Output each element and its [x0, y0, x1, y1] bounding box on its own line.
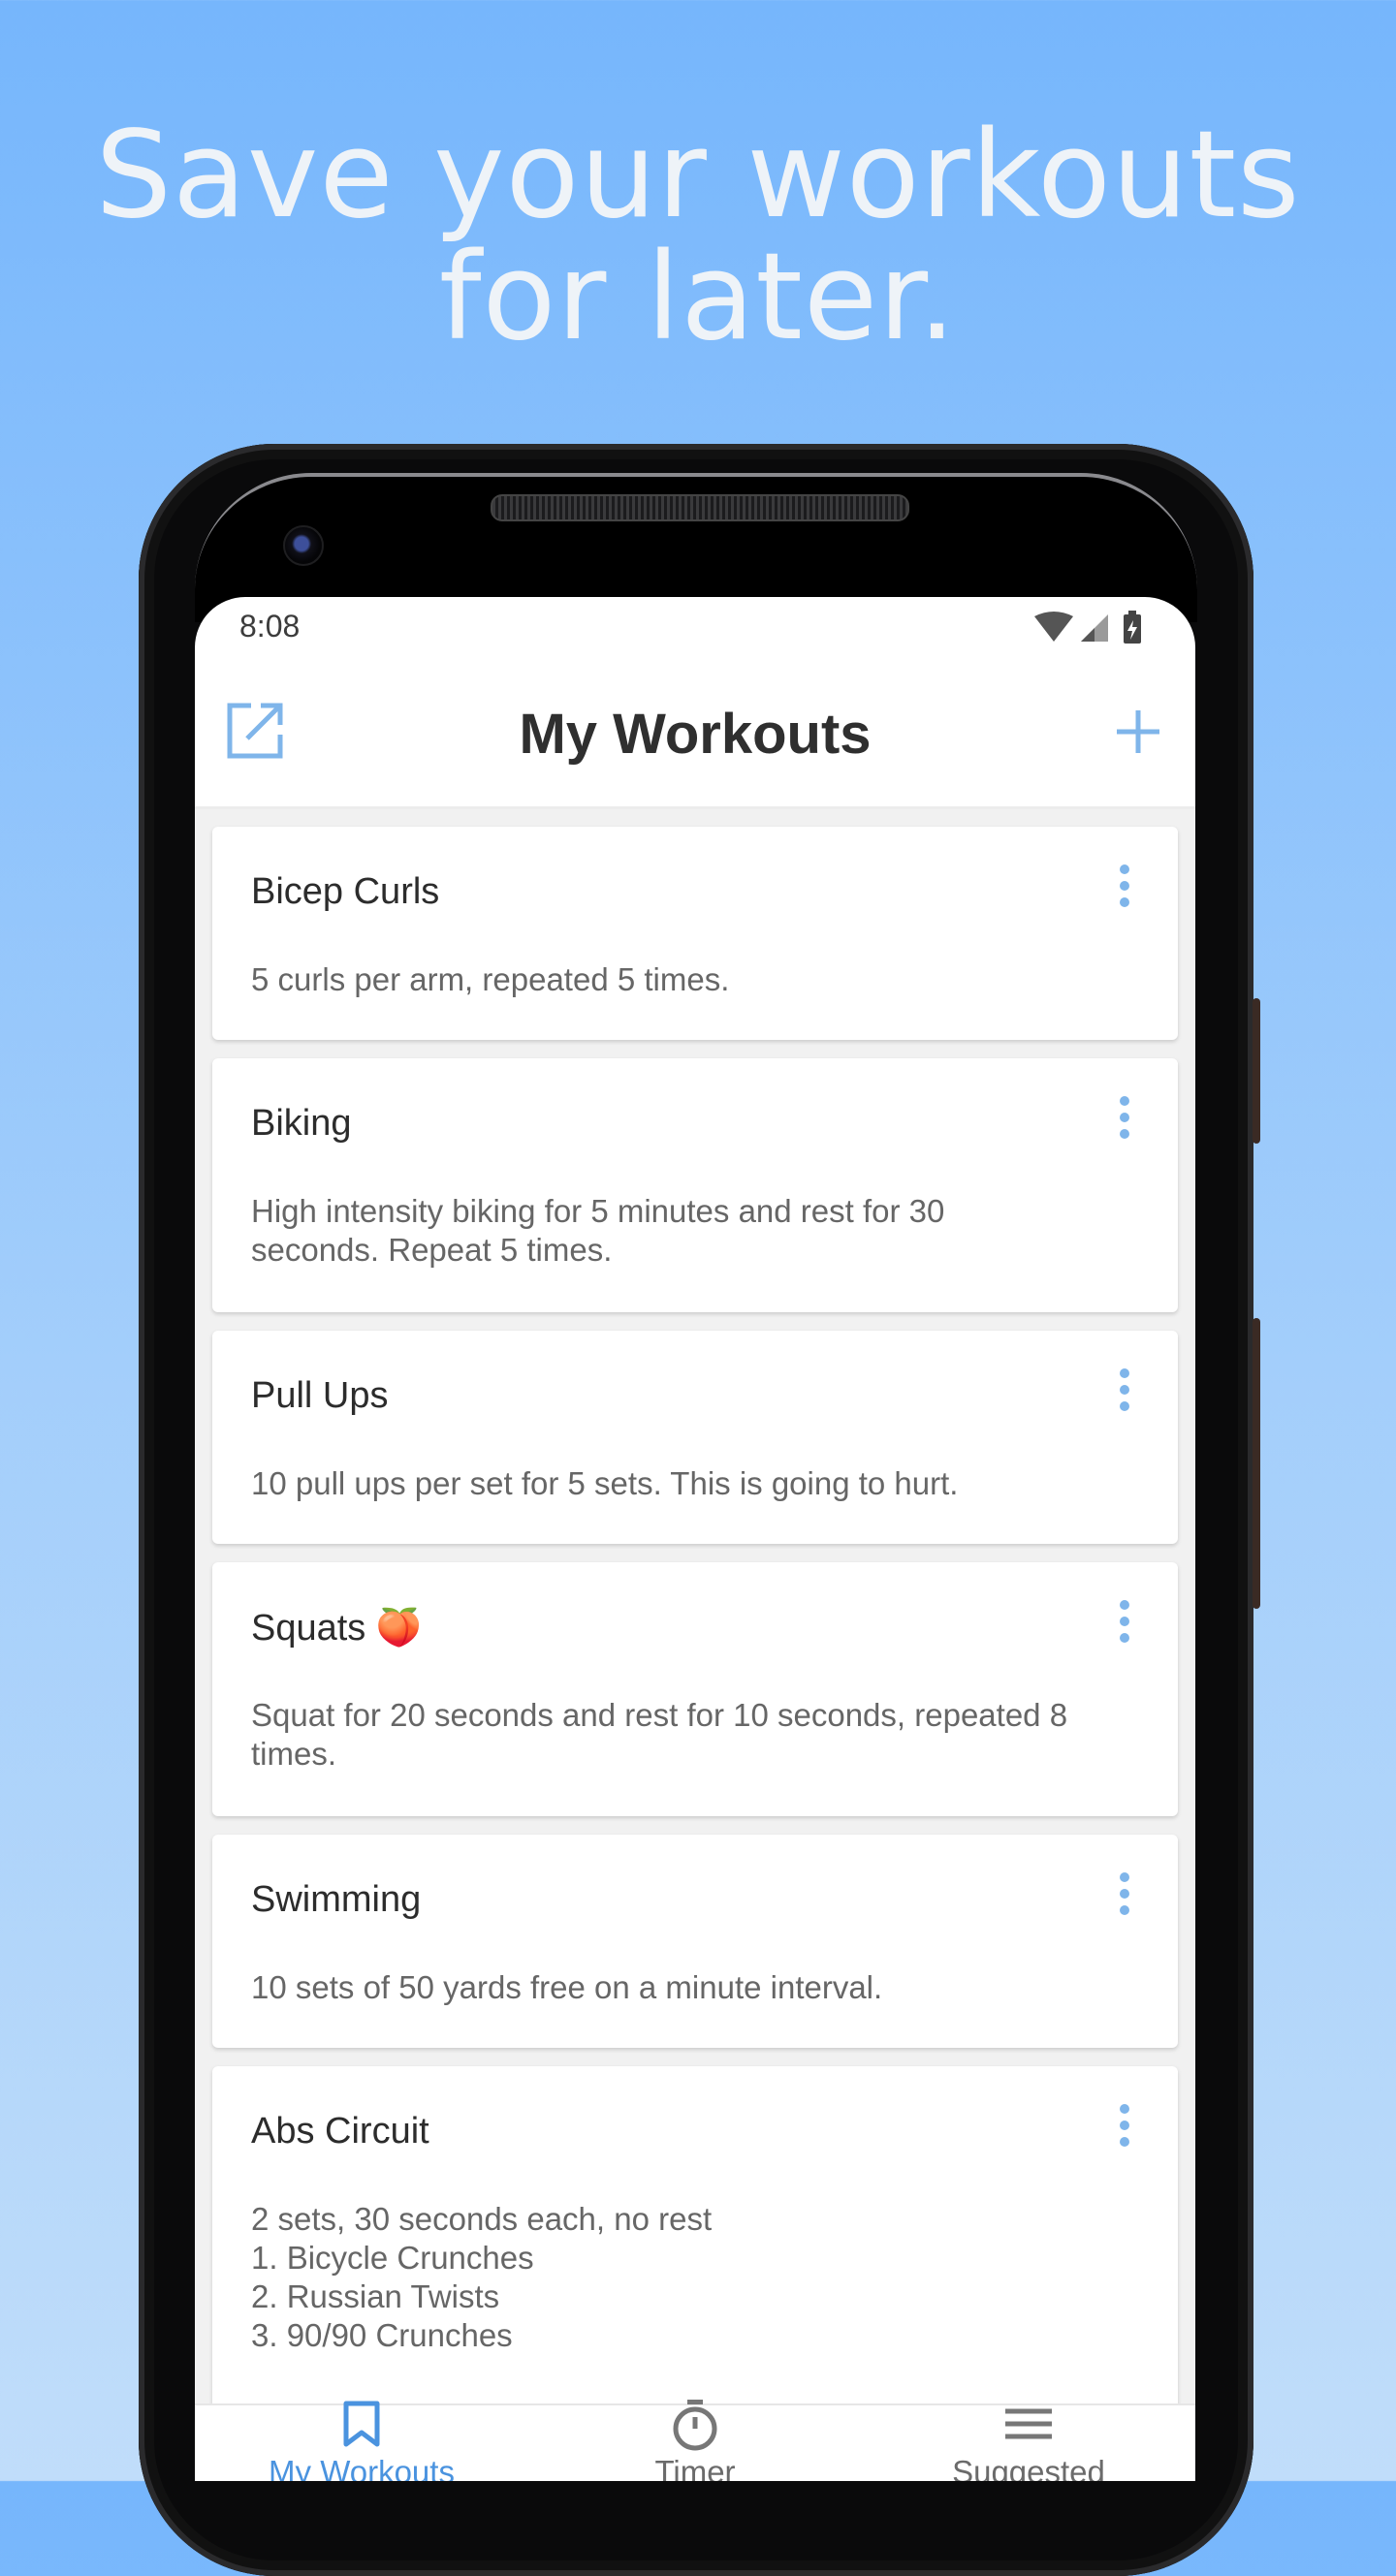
workout-description: 10 sets of 50 yards free on a minute int…: [251, 1969, 883, 2005]
workout-description: 5 curls per arm, repeated 5 times.: [251, 961, 730, 997]
phone-side-button-lower: [1253, 1318, 1260, 1609]
nav-label: Suggested: [952, 2454, 1105, 2481]
workout-title: Swimming: [251, 1879, 422, 1920]
workout-card-swimming[interactable]: Swimming 10 sets of 50 yards free on a m…: [212, 1835, 1178, 2048]
nav-item-timer[interactable]: Timer: [528, 2400, 862, 2481]
workout-description: 10 pull ups per set for 5 sets. This is …: [251, 1465, 959, 1501]
phone-camera: [283, 525, 324, 566]
workout-card-bicep-curls[interactable]: Bicep Curls 5 curls per arm, repeated 5 …: [212, 827, 1178, 1040]
more-options-button[interactable]: [1110, 860, 1139, 914]
workout-description: 2 sets, 30 seconds each, no rest 1. Bicy…: [251, 2201, 713, 2353]
nav-label: Timer: [654, 2454, 736, 2481]
workout-card-squats[interactable]: Squats 🍑 Squat for 20 seconds and rest f…: [212, 1562, 1178, 1816]
workout-title: Biking: [251, 1103, 352, 1144]
cell-signal-icon: [1081, 614, 1108, 642]
stopwatch-icon: [673, 2400, 717, 2451]
bottom-navigation: My Workouts Timer Suggested: [195, 2400, 1195, 2481]
status-bar: 8:08: [195, 597, 1195, 659]
workout-title: Abs Circuit: [251, 2111, 429, 2152]
app-bar: My Workouts: [195, 659, 1195, 809]
workout-list[interactable]: Bicep Curls 5 curls per arm, repeated 5 …: [195, 809, 1195, 2403]
more-options-button[interactable]: [1110, 1364, 1139, 1418]
status-icons: [1032, 611, 1149, 645]
workout-card-abs-circuit[interactable]: Abs Circuit 2 sets, 30 seconds each, no …: [212, 2066, 1178, 2403]
workout-card-biking[interactable]: Biking High intensity biking for 5 minut…: [212, 1058, 1178, 1312]
status-time: 8:08: [239, 609, 301, 644]
workout-title: Pull Ups: [251, 1375, 389, 1416]
headline-line-2: for later.: [438, 228, 958, 367]
more-options-button[interactable]: [1110, 1091, 1139, 1146]
workout-card-pull-ups[interactable]: Pull Ups 10 pull ups per set for 5 sets.…: [212, 1331, 1178, 1544]
bookmark-icon: [343, 2401, 380, 2447]
more-options-button[interactable]: [1110, 2099, 1139, 2153]
nav-item-my-workouts[interactable]: My Workouts: [195, 2401, 528, 2481]
nav-label: My Workouts: [269, 2454, 455, 2481]
battery-icon: [1124, 611, 1141, 644]
workout-description: Squat for 20 seconds and rest for 10 sec…: [251, 1697, 1068, 1772]
workout-description: High intensity biking for 5 minutes and …: [251, 1193, 945, 1268]
more-options-button[interactable]: [1110, 1595, 1139, 1649]
headline-line-1: Save your workouts: [95, 106, 1301, 245]
plus-icon: [1117, 710, 1159, 753]
phone-side-button-upper: [1253, 998, 1260, 1144]
more-options-button[interactable]: [1110, 1868, 1139, 1922]
page-title: My Workouts: [519, 703, 872, 766]
menu-icon: [1005, 2408, 1052, 2439]
add-workout-button[interactable]: [1114, 707, 1162, 761]
wifi-icon: [1034, 612, 1073, 642]
nav-item-suggested[interactable]: Suggested: [862, 2405, 1195, 2481]
headline: Save your workouts for later.: [0, 114, 1396, 359]
app-screen: 8:08 My Workouts Bicep Curls 5 curls per…: [195, 597, 1195, 2481]
workout-title: Bicep Curls: [251, 871, 440, 912]
workout-title: Squats 🍑: [251, 1608, 423, 1649]
phone-speaker: [491, 494, 909, 521]
